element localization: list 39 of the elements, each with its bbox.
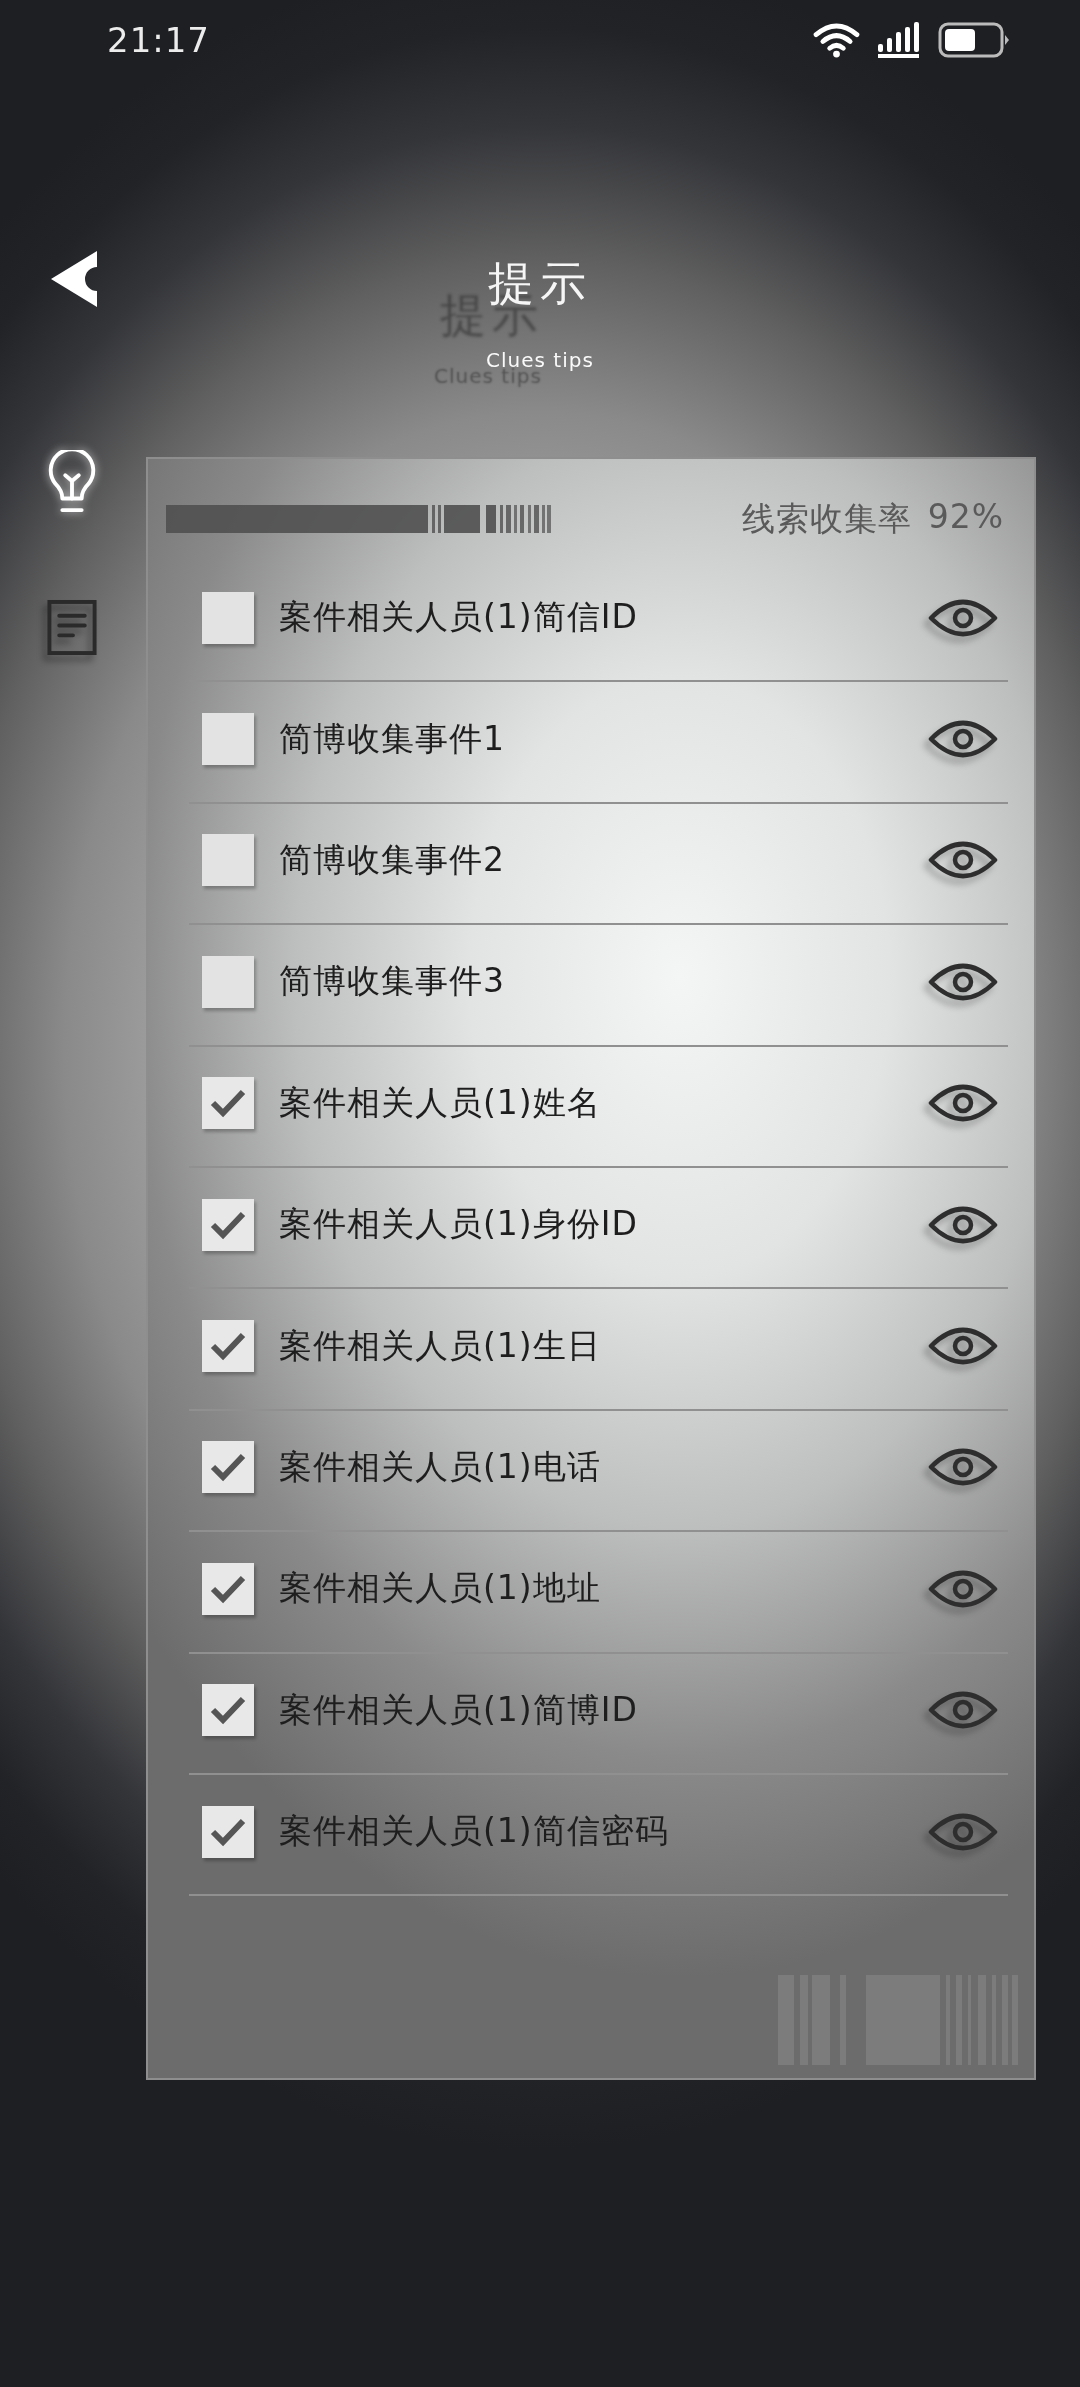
- clue-label: 案件相关人员(1)简博ID: [279, 1688, 639, 1731]
- checkmark-icon: [210, 1452, 246, 1483]
- page-title: 提示: [488, 255, 592, 311]
- clue-label: 案件相关人员(1)简信ID: [279, 596, 639, 639]
- checkbox[interactable]: [202, 955, 254, 1008]
- clue-label: 案件相关人员(1)简信密码: [279, 1810, 670, 1853]
- clue-label: 简博收集事件2: [279, 838, 506, 881]
- wifi-icon: [813, 22, 860, 58]
- checkmark-icon: [210, 1816, 246, 1847]
- clue-label: 案件相关人员(1)电话: [279, 1445, 602, 1488]
- checkmark-icon: [210, 1695, 246, 1726]
- signal-icon: [878, 22, 920, 58]
- collection-rate-value: 92%: [927, 496, 1004, 538]
- checkmark-icon: [210, 1088, 246, 1119]
- clue-label: 案件相关人员(1)姓名: [279, 1081, 602, 1124]
- checkbox[interactable]: [202, 713, 254, 766]
- document-icon[interactable]: [47, 600, 97, 655]
- battery-icon: [938, 22, 1010, 58]
- checkmark-icon: [210, 1209, 246, 1240]
- clue-label: 案件相关人员(1)生日: [279, 1324, 602, 1367]
- back-icon[interactable]: [51, 251, 97, 307]
- checkmark-icon: [210, 1573, 246, 1604]
- checkbox[interactable]: [202, 1805, 254, 1858]
- checkbox[interactable]: [202, 1441, 254, 1494]
- checkbox[interactable]: [202, 834, 254, 887]
- clue-label: 简博收集事件3: [279, 960, 506, 1003]
- clue-label: 案件相关人员(1)身份ID: [279, 1203, 639, 1246]
- checkbox[interactable]: [202, 1684, 254, 1737]
- clue-label: 简博收集事件1: [279, 717, 506, 760]
- checkbox[interactable]: [202, 591, 254, 644]
- clue-label: 案件相关人员(1)地址: [279, 1567, 602, 1610]
- status-time: 21:17: [107, 20, 210, 60]
- collection-rate-label: 线索收集率: [741, 497, 912, 540]
- checkbox[interactable]: [202, 1077, 254, 1130]
- checkbox[interactable]: [202, 1320, 254, 1373]
- page-subtitle: Clues tips: [486, 348, 594, 372]
- checkmark-icon: [210, 1331, 246, 1362]
- checkbox[interactable]: [202, 1562, 254, 1615]
- checkbox[interactable]: [202, 1198, 254, 1251]
